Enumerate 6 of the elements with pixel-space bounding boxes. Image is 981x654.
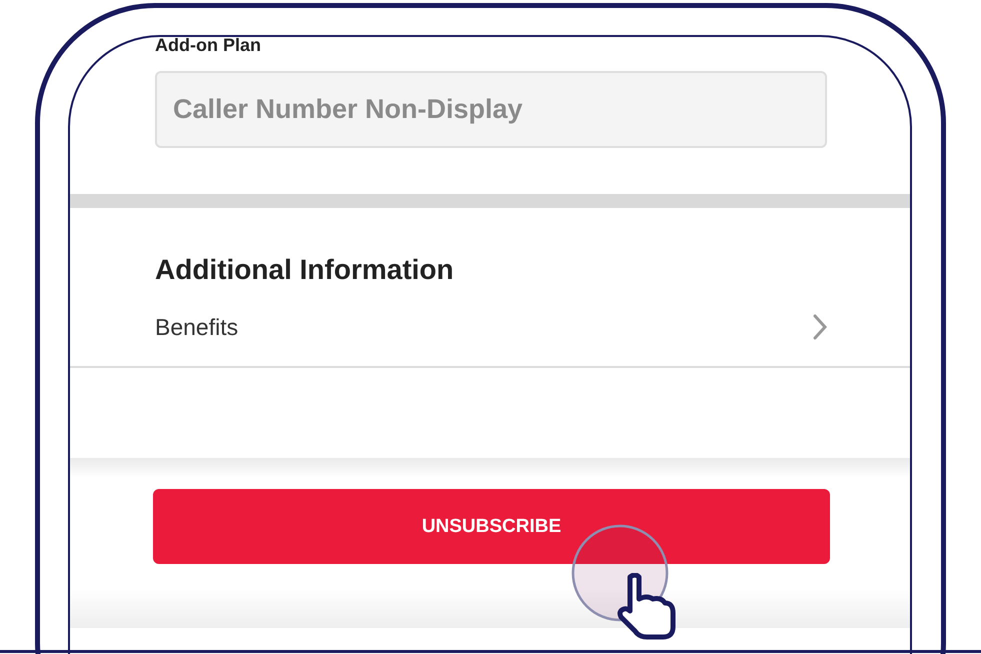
list-item[interactable]: Benefits — [70, 288, 910, 368]
chevron-right-icon — [813, 314, 827, 340]
field-label: Add-on Plan — [155, 37, 262, 57]
unsubscribe-button[interactable]: UNSUBSCRIBE — [153, 489, 830, 564]
section-title: Additional Information — [155, 254, 455, 287]
pointing-hand-icon — [617, 573, 677, 641]
